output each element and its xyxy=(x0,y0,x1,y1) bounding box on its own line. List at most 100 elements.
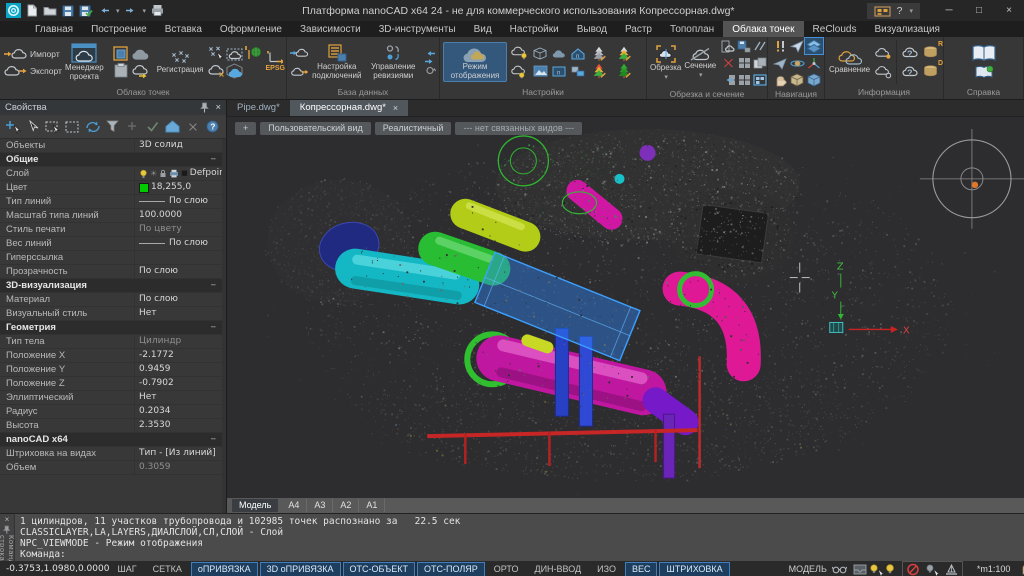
property-value[interactable]: 2.3530 xyxy=(134,419,222,432)
sheet-tab-A2[interactable]: A2 xyxy=(333,499,359,512)
compare-button[interactable]: Сравнение xyxy=(828,49,871,75)
property-section[interactable]: nanoCAD x64− xyxy=(0,433,222,447)
ribbon-tab-1[interactable]: Построение xyxy=(82,21,156,37)
command-window[interactable]: × Командная строка 1 цилиндров, 11 участ… xyxy=(0,513,1024,561)
property-value[interactable]: Цилиндр xyxy=(134,335,222,348)
dim-check-icon[interactable] xyxy=(144,118,161,135)
property-value[interactable]: 0.3059 xyxy=(134,461,222,474)
linked-views-button[interactable]: --- нет связанных видов --- xyxy=(455,122,582,135)
status-toggle-ШТРИХОВКА[interactable]: ШТРИХОВКА xyxy=(659,562,729,576)
db-r-icon[interactable]: R xyxy=(922,45,940,61)
ribbon-tab-12[interactable]: ReClouds xyxy=(804,21,866,37)
points-cursor-icon[interactable] xyxy=(207,46,225,62)
property-value[interactable] xyxy=(134,251,222,264)
house-icon[interactable] xyxy=(164,118,181,135)
collapse-icon[interactable]: − xyxy=(210,321,222,334)
x-dim-icon[interactable] xyxy=(184,118,201,135)
project-manager-button[interactable]: Менеджер проекта xyxy=(65,43,104,81)
sheet-tab-A3[interactable]: A3 xyxy=(307,499,333,512)
tiny-cycle-icon[interactable] xyxy=(424,66,436,75)
tiny-arrow-left-icon[interactable] xyxy=(424,50,436,57)
section-button[interactable]: Сечение ▾ xyxy=(684,47,716,79)
mini-cloud-icon[interactable] xyxy=(550,46,568,62)
close-drawing-icon[interactable]: × xyxy=(393,100,398,116)
property-value[interactable]: ☀■Defpoints xyxy=(134,167,222,180)
point-cloud-scene[interactable]: Z Y X xyxy=(227,117,1024,498)
property-row[interactable]: Вес линийПо слою xyxy=(0,237,222,251)
property-row[interactable]: Положение X-2.1772 xyxy=(0,349,222,363)
toolbox-icon[interactable] xyxy=(874,5,891,17)
view-name-button[interactable]: Пользовательский вид xyxy=(260,122,370,135)
bulb-cursor-icon[interactable] xyxy=(924,562,941,576)
ribbon-tab-8[interactable]: Вывод xyxy=(568,21,616,37)
revisions-button[interactable]: Управление ревизиями xyxy=(366,44,421,80)
pin-icon[interactable] xyxy=(200,102,209,113)
ribbon-tab-9[interactable]: Растр xyxy=(616,21,661,37)
cloud-bulb2-icon[interactable] xyxy=(510,64,528,80)
property-row[interactable]: ЭллиптическийНет xyxy=(0,391,222,405)
glasses-icon[interactable] xyxy=(831,562,848,576)
db-connections-button[interactable]: Настройка подключений xyxy=(311,44,363,80)
orbit-icon[interactable] xyxy=(788,55,806,71)
property-row[interactable]: Стиль печатиПо цвету xyxy=(0,223,222,237)
status-toggle-ВЕС[interactable]: ВЕС xyxy=(625,562,658,576)
clip-gray-icon[interactable] xyxy=(112,63,130,79)
print-icon[interactable] xyxy=(151,5,164,16)
property-value[interactable]: По слою xyxy=(134,265,222,278)
mini-boxes-icon[interactable] xyxy=(569,63,587,79)
plane2-icon[interactable] xyxy=(771,55,789,71)
ribbon-tab-6[interactable]: Вид xyxy=(465,21,501,37)
undo-icon[interactable] xyxy=(98,6,110,15)
cube-cloud-icon[interactable] xyxy=(226,63,244,79)
cube-iso2-icon[interactable] xyxy=(805,72,823,88)
help-book-icon[interactable] xyxy=(971,44,997,63)
display-mode-button[interactable]: Режим отображения xyxy=(443,42,507,82)
property-row[interactable]: Штриховка на видахТип - [Из линий] xyxy=(0,447,222,461)
win-grid-icon[interactable] xyxy=(751,72,769,88)
command-prompt[interactable]: Команда: xyxy=(20,549,1019,560)
property-section[interactable]: Геометрия− xyxy=(0,321,222,335)
ribbon-tab-3[interactable]: Оформление xyxy=(211,21,291,37)
status-toggle-3D оПРИВЯЗКА[interactable]: 3D оПРИВЯЗКА xyxy=(260,562,341,576)
minimize-button[interactable]: ─ xyxy=(934,5,964,16)
property-row[interactable]: ПрозрачностьПо слою xyxy=(0,265,222,279)
ribbon-tab-5[interactable]: 3D-инструменты xyxy=(370,21,465,37)
save-all-icon[interactable] xyxy=(79,5,93,17)
tree-rainbow2-icon[interactable] xyxy=(590,63,608,79)
status-toggle-ОТС-ПОЛЯР[interactable]: ОТС-ПОЛЯР xyxy=(417,562,485,576)
ribbon-tab-10[interactable]: Топоплан xyxy=(661,21,723,37)
epsg-button[interactable]: EPSG xyxy=(266,51,285,73)
cycle-icon[interactable] xyxy=(84,118,101,135)
cloud-dot-icon[interactable] xyxy=(874,45,892,61)
help-book-small-icon[interactable] xyxy=(974,65,994,80)
property-row[interactable]: Цвет18,255,0 xyxy=(0,181,222,195)
property-value[interactable]: -2.1772 xyxy=(134,349,222,362)
question-cloud2-icon[interactable]: ? xyxy=(901,64,919,80)
property-row[interactable]: МатериалПо слою xyxy=(0,293,222,307)
mini-house-icon[interactable]: n xyxy=(569,46,587,62)
tray-icon[interactable] xyxy=(852,562,869,576)
cloud-solid-icon[interactable] xyxy=(131,46,149,62)
sel-rect-icon[interactable] xyxy=(44,118,61,135)
sheet-tab-A1[interactable]: A1 xyxy=(359,499,385,512)
annotation-scale[interactable]: *m1:100 xyxy=(977,564,1011,574)
model-space-label[interactable]: МОДЕЛЬ xyxy=(789,564,827,574)
collapse-icon[interactable]: − xyxy=(210,153,222,166)
tree-gray-icon[interactable] xyxy=(590,46,608,62)
property-section[interactable]: 3D-визуализация− xyxy=(0,279,222,293)
property-row[interactable]: Объекты3D солид xyxy=(0,139,222,153)
geo-globe-icon[interactable] xyxy=(245,46,263,62)
undo-dropdown-icon[interactable]: ▾ xyxy=(116,7,120,15)
property-row[interactable]: Визуальный стильНет xyxy=(0,307,222,321)
cube-iso-icon[interactable] xyxy=(788,72,806,88)
ribbon-tab-11[interactable]: Облака точек xyxy=(723,21,803,37)
layer-lock-icon[interactable] xyxy=(159,169,167,178)
no-entry-icon[interactable] xyxy=(905,562,922,576)
property-value[interactable]: По цвету xyxy=(134,223,222,236)
property-value[interactable]: По слою xyxy=(134,195,222,208)
cloud-db-in-icon[interactable] xyxy=(290,45,308,61)
tree-rainbow-icon[interactable] xyxy=(615,46,633,62)
status-toggle-ДИН-ВВОД[interactable]: ДИН-ВВОД xyxy=(527,562,588,576)
cloud-x-icon[interactable] xyxy=(207,63,225,79)
add-view-button[interactable]: + xyxy=(235,122,256,135)
